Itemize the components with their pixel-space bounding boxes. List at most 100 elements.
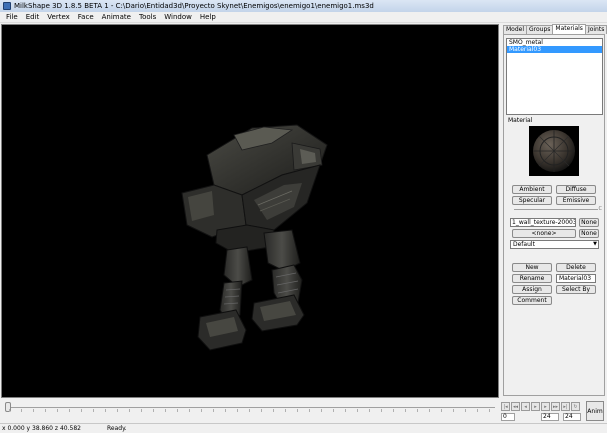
- diffuse-button[interactable]: Diffuse: [556, 185, 596, 194]
- timeline-tick: [9, 409, 10, 412]
- menu-bar: File Edit Vertex Face Animate Tools Wind…: [0, 12, 607, 23]
- timeline-tick: [261, 409, 262, 412]
- timeline-tick: [429, 409, 430, 412]
- list-item[interactable]: Material03: [507, 46, 602, 53]
- timeline-tick: [309, 409, 310, 412]
- menu-animate[interactable]: Animate: [98, 13, 135, 21]
- last-frame-icon[interactable]: ▸|: [561, 402, 570, 411]
- slider-max-label: C: [598, 206, 603, 212]
- timeline-tick: [201, 409, 202, 412]
- menu-file[interactable]: File: [2, 13, 22, 21]
- menu-help[interactable]: Help: [196, 13, 220, 21]
- status-bar: x 0.000 y 38.860 z 40.582 Ready.: [0, 423, 607, 433]
- timeline-tick: [57, 409, 58, 412]
- timeline-tick: [357, 409, 358, 412]
- timeline-tick: [345, 409, 346, 412]
- timeline-tick: [405, 409, 406, 412]
- material-sphere-icon: [533, 130, 575, 172]
- new-button[interactable]: New: [512, 263, 552, 272]
- material-preview: [529, 126, 579, 176]
- slider-track: [514, 209, 598, 210]
- timeline-tick: [225, 409, 226, 412]
- timeline-tick: [333, 409, 334, 412]
- timeline-tick: [177, 409, 178, 412]
- menu-tools[interactable]: Tools: [135, 13, 160, 21]
- play-icon[interactable]: ▸: [531, 402, 540, 411]
- chevron-down-icon: ▼: [593, 241, 597, 247]
- current-frame-field[interactable]: 24: [541, 413, 559, 421]
- app-icon: [3, 2, 11, 10]
- end-frame-field[interactable]: 24: [563, 413, 581, 421]
- timeline-tick: [21, 409, 22, 412]
- texture-field[interactable]: 1_wall_texture-200038-SI: [510, 218, 576, 227]
- timeline-tick: [465, 409, 466, 412]
- status-coordinates: x 0.000 y 38.860 z 40.582: [2, 425, 81, 432]
- timeline-tick: [321, 409, 322, 412]
- timeline-tick: [273, 409, 274, 412]
- timeline-tick: [165, 409, 166, 412]
- next-key-icon[interactable]: ▸▸: [551, 402, 560, 411]
- shininess-slider[interactable]: C: [510, 206, 602, 212]
- timeline-tick: [117, 409, 118, 412]
- menu-edit[interactable]: Edit: [22, 13, 44, 21]
- timeline-tick: [141, 409, 142, 412]
- timeline-track: [9, 407, 495, 408]
- material-name-field[interactable]: Material03: [556, 274, 596, 283]
- tab-materials[interactable]: Materials: [552, 24, 586, 34]
- texture-none-button[interactable]: None: [579, 218, 599, 227]
- timeline-thumb[interactable]: [5, 402, 11, 412]
- timeline-tick: [285, 409, 286, 412]
- materials-list[interactable]: SMO_metal Material03: [506, 38, 603, 115]
- first-frame-icon[interactable]: |◂: [501, 402, 510, 411]
- mode-select-value: Default: [513, 241, 535, 248]
- timeline-tick: [153, 409, 154, 412]
- timeline-tick: [33, 409, 34, 412]
- timeline-tick: [93, 409, 94, 412]
- delete-button[interactable]: Delete: [556, 263, 596, 272]
- loop-icon[interactable]: ↻: [571, 402, 580, 411]
- milkshape-window: MilkShape 3D 1.8.5 BETA 1 - C:\Dario\Ent…: [0, 0, 607, 433]
- timeline-tick: [129, 409, 130, 412]
- tab-model[interactable]: Model: [503, 25, 528, 34]
- title-bar: MilkShape 3D 1.8.5 BETA 1 - C:\Dario\Ent…: [0, 0, 607, 12]
- alpha-none-button[interactable]: None: [579, 229, 599, 238]
- menu-vertex[interactable]: Vertex: [43, 13, 74, 21]
- timeline-tick: [417, 409, 418, 412]
- menu-window[interactable]: Window: [160, 13, 196, 21]
- rename-button[interactable]: Rename: [512, 274, 552, 283]
- prev-frame-icon[interactable]: ◂: [521, 402, 530, 411]
- assign-button[interactable]: Assign: [512, 285, 552, 294]
- start-frame-field[interactable]: 0: [501, 413, 515, 421]
- specular-button[interactable]: Specular: [512, 196, 552, 205]
- timeline-tick: [441, 409, 442, 412]
- timeline-tick: [453, 409, 454, 412]
- status-message: Ready.: [107, 425, 127, 432]
- timeline-tick: [393, 409, 394, 412]
- timeline-tick: [369, 409, 370, 412]
- prev-key-icon[interactable]: ◂◂: [511, 402, 520, 411]
- animation-timeline[interactable]: [1, 400, 499, 414]
- window-title: MilkShape 3D 1.8.5 BETA 1 - C:\Dario\Ent…: [14, 2, 374, 10]
- ambient-button[interactable]: Ambient: [512, 185, 552, 194]
- tab-joints[interactable]: Joints: [584, 25, 607, 34]
- timeline-tick: [213, 409, 214, 412]
- select-by-button[interactable]: Select By: [556, 285, 596, 294]
- comment-button[interactable]: Comment: [512, 296, 552, 305]
- 3d-viewport[interactable]: [1, 24, 499, 398]
- emissive-button[interactable]: Emissive: [556, 196, 596, 205]
- timeline-tick: [489, 409, 490, 412]
- material-section-label: Material: [508, 117, 533, 124]
- timeline-tick: [297, 409, 298, 412]
- next-frame-icon[interactable]: ▸: [541, 402, 550, 411]
- menu-face[interactable]: Face: [74, 13, 98, 21]
- mech-model: [181, 124, 328, 351]
- side-panel: Model Groups Materials Joints SMO_metal …: [501, 24, 607, 398]
- list-item[interactable]: SMO_metal: [507, 39, 602, 46]
- anim-button[interactable]: Anim: [586, 401, 604, 421]
- tab-groups[interactable]: Groups: [526, 25, 554, 34]
- mode-select[interactable]: Default ▼: [510, 240, 599, 249]
- timeline-tick: [189, 409, 190, 412]
- timeline-tick: [237, 409, 238, 412]
- timeline-tick: [477, 409, 478, 412]
- alpha-texture-button[interactable]: <none>: [512, 229, 576, 238]
